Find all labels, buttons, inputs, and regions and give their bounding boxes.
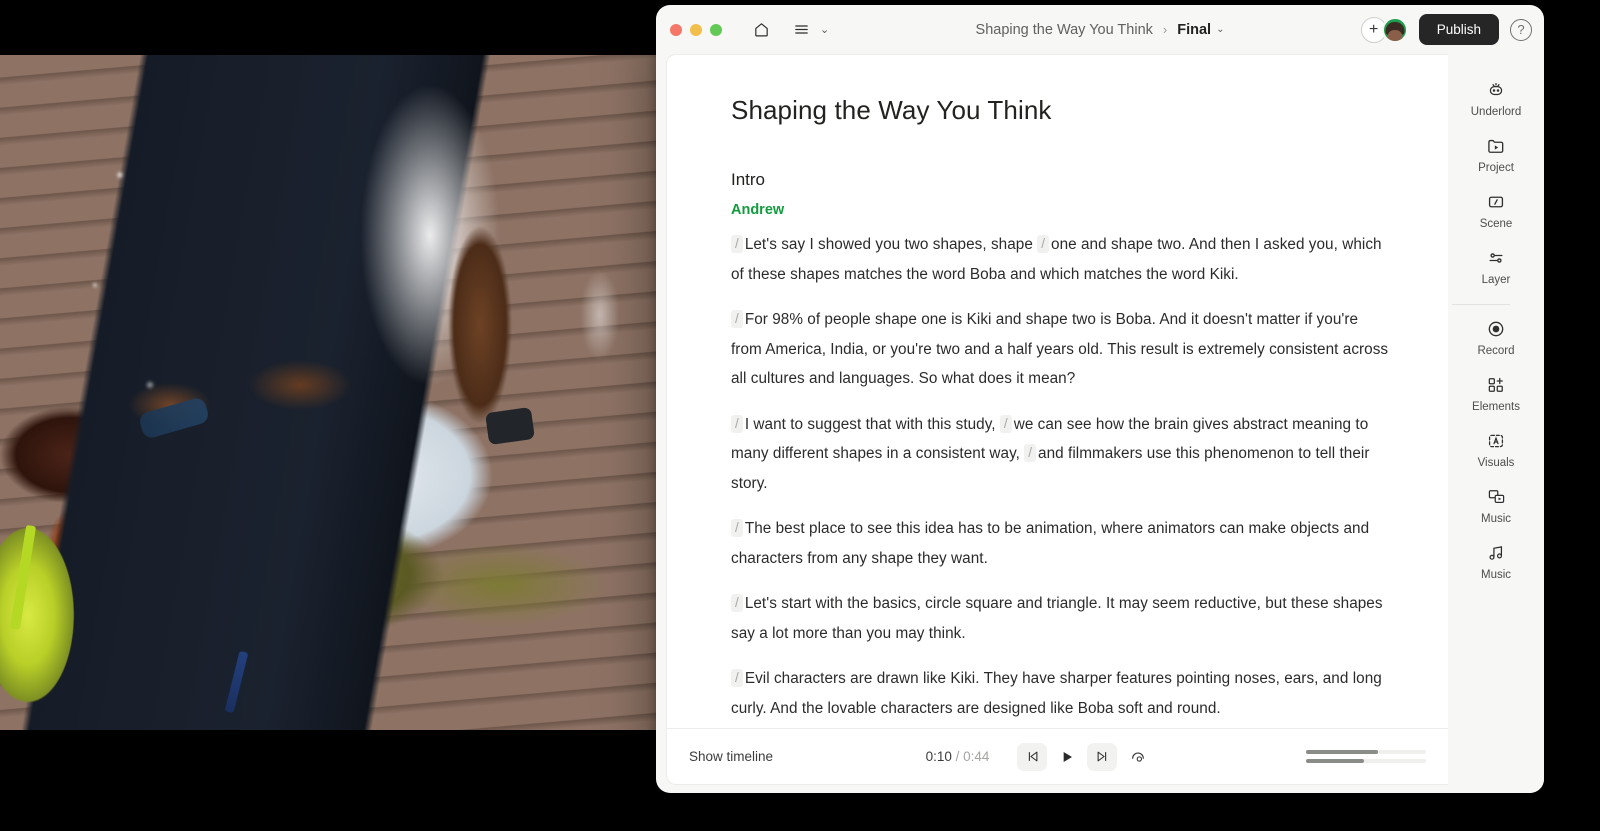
skip-to-end-icon[interactable] (1087, 742, 1118, 771)
slider-track-primary[interactable] (1306, 750, 1426, 754)
publish-button[interactable]: Publish (1418, 14, 1499, 45)
scene-marker-icon[interactable]: / (731, 414, 743, 433)
sidebar-item-visuals-6[interactable]: Visuals (1452, 421, 1540, 477)
sidebar-item-record-4[interactable]: Record (1452, 309, 1540, 365)
maximize-window-button[interactable] (710, 23, 722, 36)
scene-marker-icon[interactable]: / (999, 414, 1012, 433)
sidebar-item-label: Layer (1481, 274, 1511, 286)
avatar[interactable] (1381, 16, 1408, 43)
sidebar-item-label: Underlord (1470, 106, 1522, 118)
sidebar-item-music-7[interactable]: Music (1452, 477, 1540, 533)
scene-marker-icon[interactable]: / (731, 594, 743, 612)
titlebar-left-icons: ⌄ (748, 17, 829, 43)
music-note-icon (1486, 542, 1506, 564)
project-folder-icon (1486, 135, 1506, 157)
sidebar-item-music-8[interactable]: Music (1452, 533, 1540, 589)
close-window-button[interactable] (670, 23, 682, 36)
scene-marker-icon[interactable]: / (731, 519, 743, 537)
transcript-text: Let's say I showed you two shapes, shape (744, 236, 1038, 253)
level-sliders (1306, 750, 1426, 763)
show-timeline-button[interactable]: Show timeline (689, 749, 773, 764)
elements-add-icon (1486, 374, 1506, 396)
play-icon[interactable] (1053, 743, 1081, 771)
breadcrumb-chevron-down-icon[interactable]: ⌄ (1216, 24, 1224, 35)
breadcrumb-current[interactable]: Final (1177, 22, 1211, 38)
breadcrumb-separator-icon: › (1162, 22, 1168, 37)
sidebar-item-label: Scene (1479, 218, 1513, 230)
transcript-paragraph[interactable]: / The best place to see this idea has to … (731, 514, 1390, 573)
underlord-robot-icon (1486, 79, 1506, 101)
transcript-text: Let's start with the basics, circle squa… (731, 595, 1383, 642)
breadcrumb-project[interactable]: Shaping the Way You Think (976, 22, 1153, 38)
sidebar-item-elements-5[interactable]: Elements (1452, 365, 1540, 421)
sidebar-items: Underlord Project Scene Layer Record Elements… (1452, 70, 1540, 589)
sidebar-item-label: Elements (1472, 401, 1520, 413)
transcript-paragraphs: / Let's say I showed you two shapes, shap… (731, 230, 1390, 728)
avatar-face (1387, 29, 1403, 41)
sidebar-item-label: Music (1480, 513, 1512, 525)
skip-to-start-icon[interactable] (1017, 742, 1048, 771)
layer-sliders-icon (1485, 247, 1507, 269)
script-editor[interactable]: Shaping the Way You Think Intro Andrew /… (667, 55, 1448, 728)
scene-marker-icon[interactable]: / (731, 310, 743, 328)
record-icon (1486, 318, 1506, 340)
window-body: Shaping the Way You Think Intro Andrew /… (656, 54, 1544, 793)
sidebar-separator (1452, 304, 1510, 305)
document-panel: Shaping the Way You Think Intro Andrew /… (666, 54, 1448, 785)
desktop-background-photo (0, 55, 660, 730)
transcript-text: Evil characters are drawn like Kiki. The… (731, 670, 1382, 717)
minimize-window-button[interactable] (690, 23, 702, 36)
transcript-paragraph[interactable]: / Let's say I showed you two shapes, shap… (731, 230, 1390, 289)
scene-heading[interactable]: Intro (731, 170, 1390, 190)
slider-track-secondary[interactable] (1306, 759, 1426, 763)
transcript-paragraph[interactable]: / For 98% of people shape one is Kiki and… (731, 305, 1390, 394)
media-stack-icon (1486, 486, 1507, 508)
screen: ⌄ Shaping the Way You Think › Final ⌄ + … (0, 0, 1600, 831)
hamburger-menu-icon[interactable] (788, 17, 814, 43)
sidebar-item-label: Music (1480, 569, 1512, 581)
home-icon[interactable] (748, 17, 774, 43)
transcript-text: The best place to see this idea has to b… (731, 520, 1370, 567)
sidebar-item-label: Visuals (1477, 457, 1515, 469)
sidebar-item-underlord-0[interactable]: Underlord (1452, 70, 1540, 126)
photo-figure (0, 55, 660, 730)
playback-speed-icon[interactable] (1123, 743, 1153, 771)
scene-marker-icon[interactable]: / (731, 669, 743, 687)
sidebar-item-layer-3[interactable]: Layer (1452, 238, 1540, 294)
transcript-paragraph[interactable]: / I want to suggest that with this study,… (731, 410, 1390, 499)
sidebar-item-label: Project (1478, 162, 1514, 174)
scene-marker-icon[interactable]: / (1024, 444, 1037, 462)
total-time: 0:44 (963, 749, 990, 764)
transcript-text: For 98% of people shape one is Kiki and … (731, 311, 1389, 387)
current-time: 0:10 (925, 749, 952, 764)
transcript-paragraph[interactable]: / Let's start with the basics, circle squ… (731, 589, 1390, 648)
menu-chevron-down-icon[interactable]: ⌄ (820, 23, 829, 36)
sidebar-item-project-1[interactable]: Project (1452, 126, 1540, 182)
scene-slash-icon (1486, 191, 1506, 213)
scene-marker-icon[interactable]: / (731, 235, 743, 253)
photo-watch (484, 406, 536, 446)
visuals-text-icon (1486, 430, 1506, 452)
app-window: ⌄ Shaping the Way You Think › Final ⌄ + … (656, 5, 1544, 793)
scene-marker-icon[interactable]: / (1037, 235, 1050, 253)
title-bar: ⌄ Shaping the Way You Think › Final ⌄ + … (656, 5, 1544, 54)
right-sidebar: Underlord Project Scene Layer Record Elements… (1448, 54, 1544, 793)
transcript-paragraph[interactable]: / Evil characters are drawn like Kiki. Th… (731, 664, 1390, 723)
collaborators: + (1360, 16, 1408, 43)
speaker-name[interactable]: Andrew (731, 202, 1390, 218)
playback-controls (1017, 742, 1153, 771)
transport-bar: Show timeline 0:10 / 0:44 (667, 728, 1448, 784)
window-traffic-lights (670, 23, 722, 36)
time-display: 0:10 / 0:44 (926, 749, 990, 764)
help-icon[interactable]: ? (1510, 18, 1532, 41)
breadcrumb: Shaping the Way You Think › Final ⌄ (976, 22, 1225, 38)
sidebar-item-label: Record (1477, 345, 1515, 357)
page-title[interactable]: Shaping the Way You Think (731, 95, 1390, 126)
sidebar-item-scene-2[interactable]: Scene (1452, 182, 1540, 238)
time-divider: / (951, 749, 964, 764)
transcript-text: I want to suggest that with this study, (744, 415, 1000, 433)
titlebar-right-actions: + Publish ? (1360, 14, 1532, 45)
